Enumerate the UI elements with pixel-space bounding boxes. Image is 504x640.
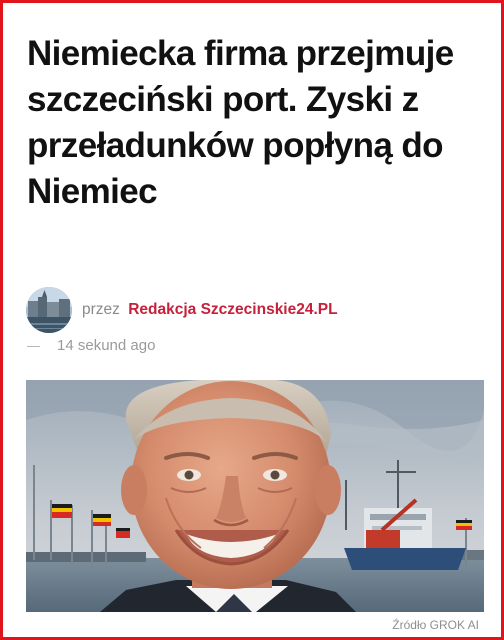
article-card: Niemiecka firma przejmuje szczeciński po… xyxy=(0,0,504,640)
port-photo-illustration xyxy=(26,380,484,612)
timestamp-dash xyxy=(27,345,40,347)
author-prefix: przez xyxy=(82,301,120,318)
timestamp: 14 sekund ago xyxy=(57,337,156,354)
article-image[interactable] xyxy=(26,380,484,612)
author-avatar[interactable] xyxy=(26,287,72,333)
author-byline: przez Redakcja Szczecinskie24.PL xyxy=(26,287,338,333)
timestamp-row: 14 sekund ago xyxy=(27,337,155,354)
image-source-caption: Źródło GROK AI xyxy=(392,618,479,632)
author-line: przez Redakcja Szczecinskie24.PL xyxy=(82,301,338,319)
article-headline[interactable]: Niemiecka firma przejmuje szczeciński po… xyxy=(27,31,489,215)
author-name-link[interactable]: Redakcja Szczecinskie24.PL xyxy=(128,301,337,318)
